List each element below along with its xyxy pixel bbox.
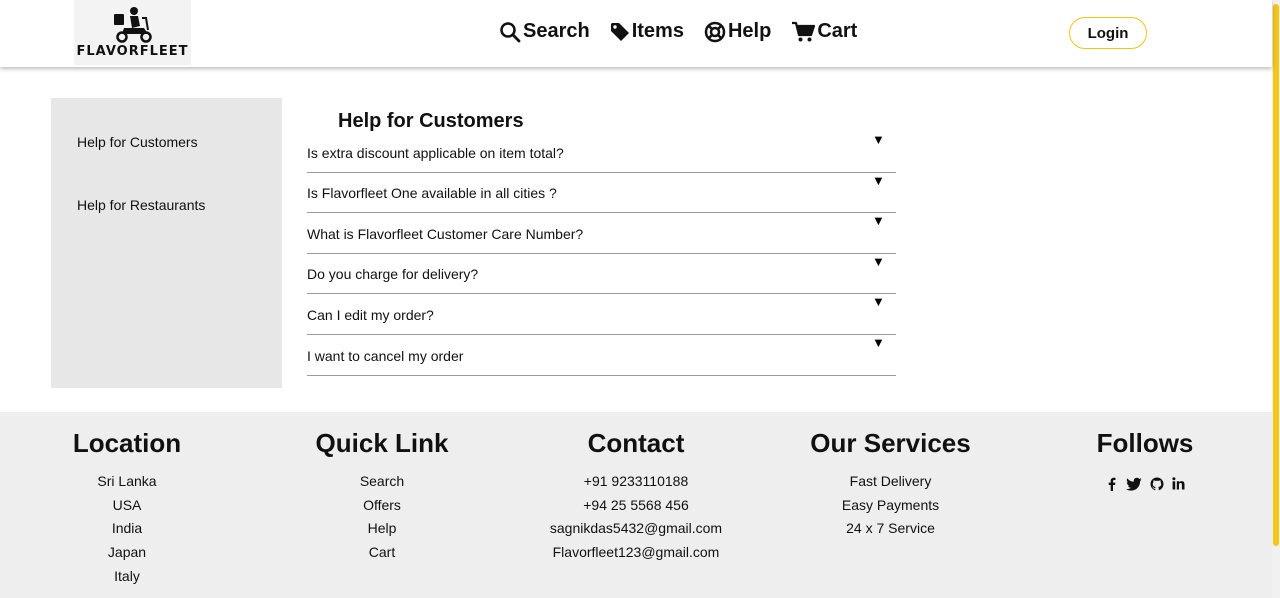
help-sidebar: Help for Customers Help for Restaurants [51, 98, 282, 388]
main-nav: Search Items Help Cart [499, 20, 857, 43]
faq-question: Can I edit my order? [307, 306, 434, 323]
expand-arrow-icon[interactable]: ▼ [872, 173, 885, 188]
sidebar-item-customers[interactable]: Help for Customers [77, 134, 198, 150]
nav-search[interactable]: Search [499, 20, 590, 43]
location-link[interactable]: Japan [52, 541, 202, 565]
linkedin-icon[interactable] [1171, 477, 1185, 491]
nav-items[interactable]: Items [610, 20, 684, 43]
expand-arrow-icon[interactable]: ▼ [872, 132, 885, 147]
faq-item[interactable]: Is extra discount applicable on item tot… [307, 132, 896, 173]
footer-follows: Follows [1085, 428, 1205, 491]
footer-services-title: Our Services [810, 428, 971, 458]
cart-icon [792, 21, 816, 41]
quick-link[interactable]: Search [297, 470, 467, 494]
nav-help-label: Help [727, 20, 772, 42]
faq-title: Help for Customers [338, 110, 524, 132]
search-icon [500, 21, 521, 42]
contact-email[interactable]: Flavorfleet123@gmail.com [536, 541, 736, 565]
contact-email[interactable]: sagnikdas5432@gmail.com [536, 517, 736, 541]
scooter-rider-icon [114, 7, 152, 43]
service-item: 24 x 7 Service [846, 520, 935, 537]
footer-contact: Contact +91 9233110188 +94 25 5568 456 s… [536, 428, 736, 565]
nav-search-label: Search [523, 20, 590, 42]
contact-phone[interactable]: +94 25 5568 456 [536, 494, 736, 518]
footer-services: Our Services Fast Delivery Easy Payments… [800, 428, 981, 541]
brand-logo[interactable]: FLAVORFLEET [74, 0, 191, 65]
faq-question: I want to cancel my order [307, 347, 464, 364]
faq-question: Do you charge for delivery? [307, 266, 479, 283]
faq-question: What is Flavorfleet Customer Care Number… [307, 225, 584, 242]
faq-item[interactable]: What is Flavorfleet Customer Care Number… [307, 213, 896, 254]
page-scrollbar[interactable] [1272, 0, 1280, 598]
scrollbar-thumb[interactable] [1273, 4, 1279, 546]
expand-arrow-icon[interactable]: ▼ [872, 294, 885, 309]
footer-location-title: Location [72, 428, 182, 458]
github-icon[interactable] [1150, 477, 1164, 491]
contact-phone[interactable]: +91 9233110188 [536, 470, 736, 494]
login-button[interactable]: Login [1069, 17, 1147, 49]
footer-follows-title: Follows [1096, 428, 1194, 458]
faq-item[interactable]: I want to cancel my order ▼ [307, 335, 896, 376]
brand-name: FLAVORFLEET [76, 44, 189, 59]
sidebar-item-restaurants[interactable]: Help for Restaurants [77, 197, 205, 213]
service-item: Easy Payments [841, 496, 940, 513]
expand-arrow-icon[interactable]: ▼ [872, 213, 885, 228]
nav-items-label: Items [631, 20, 684, 42]
faq-question: Is extra discount applicable on item tot… [307, 144, 564, 161]
faq-item[interactable]: Do you charge for delivery? ▼ [307, 254, 896, 295]
quick-link[interactable]: Offers [297, 494, 467, 518]
footer-contact-title: Contact [587, 428, 685, 458]
faq-list: Is extra discount applicable on item tot… [307, 132, 896, 376]
location-link[interactable]: USA [52, 494, 202, 518]
footer-quick-link: Quick Link Search Offers Help Cart [297, 428, 467, 565]
faq-item[interactable]: Can I edit my order? ▼ [307, 294, 896, 335]
location-link[interactable]: Italy [52, 565, 202, 589]
faq-item[interactable]: Is Flavorfleet One available in all citi… [307, 173, 896, 214]
faq-question: Is Flavorfleet One available in all citi… [307, 185, 557, 202]
nav-cart[interactable]: Cart [791, 20, 857, 43]
tag-icon [610, 22, 629, 41]
lifebuoy-icon [704, 21, 726, 42]
service-item: Fast Delivery [849, 473, 932, 489]
quick-link[interactable]: Help [297, 517, 467, 541]
nav-help[interactable]: Help [704, 20, 771, 43]
twitter-icon[interactable] [1125, 477, 1142, 491]
footer-quick-link-title: Quick Link [315, 428, 449, 458]
location-link[interactable]: India [52, 517, 202, 541]
expand-arrow-icon[interactable]: ▼ [872, 254, 885, 269]
facebook-icon[interactable] [1106, 477, 1118, 491]
site-footer: Location Sri Lanka USA India Japan Italy… [0, 412, 1272, 598]
quick-link[interactable]: Cart [297, 541, 467, 565]
site-header: FLAVORFLEET Search Items Help Cart Login [0, 0, 1272, 67]
nav-cart-label: Cart [817, 20, 858, 42]
location-link[interactable]: Sri Lanka [52, 470, 202, 494]
expand-arrow-icon[interactable]: ▼ [872, 335, 885, 350]
footer-location: Location Sri Lanka USA India Japan Italy [52, 428, 202, 589]
